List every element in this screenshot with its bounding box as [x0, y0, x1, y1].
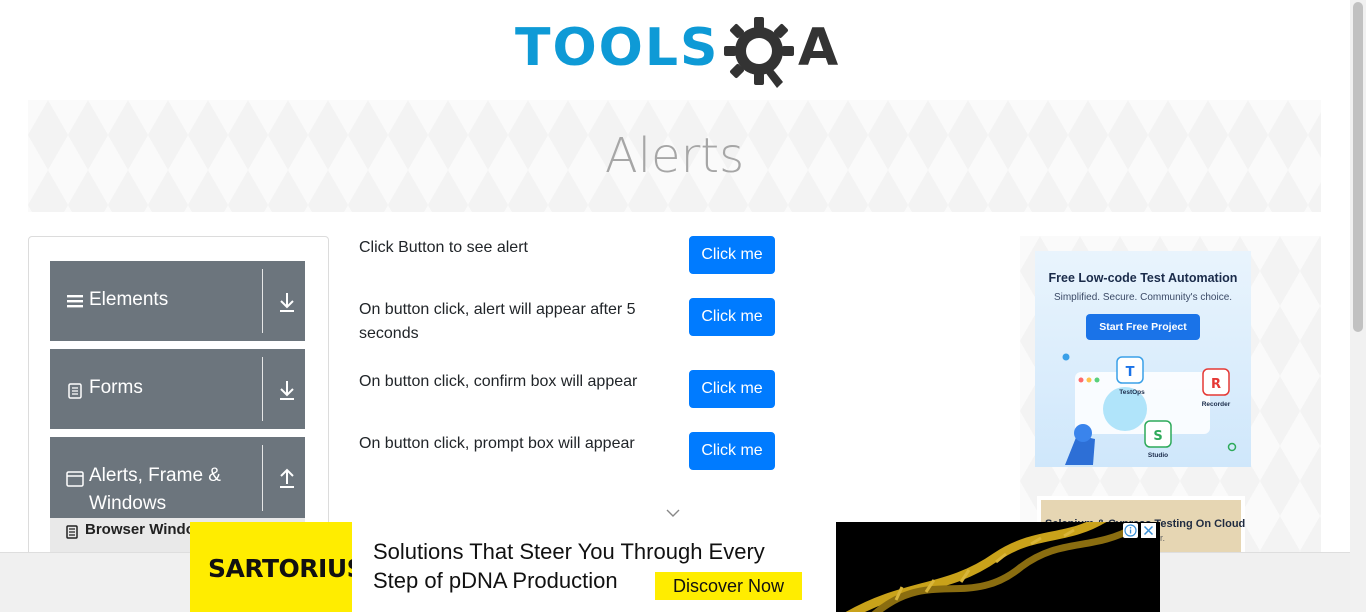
- ad-card-katalon[interactable]: Free Low-code Test Automation Simplified…: [1035, 251, 1251, 467]
- logo-text: TOOLS: [515, 18, 720, 78]
- logo-suffix: A: [798, 18, 839, 78]
- page-title: Alerts: [604, 128, 745, 184]
- ad-subtitle: Simplified. Secure. Community's choice.: [1053, 292, 1233, 303]
- alert-description: On button click, prompt box will appear: [359, 435, 635, 452]
- ad-label-testops: TestOps: [1119, 389, 1145, 396]
- sidebar-group-label: Forms: [89, 377, 143, 398]
- upload-arrow-icon[interactable]: [278, 467, 296, 489]
- alert-button[interactable]: Click me: [689, 236, 775, 274]
- download-arrow-icon[interactable]: [278, 291, 296, 313]
- confirm-button[interactable]: Click me: [689, 370, 775, 408]
- alert-description: On button click, alert will appear after…: [359, 301, 636, 342]
- divider: [262, 269, 263, 333]
- ad-illustration: T TestOps R Recorder S Studio: [1062, 353, 1237, 465]
- ad-close-icon[interactable]: [1141, 523, 1156, 538]
- bottom-advertisement[interactable]: SARTORIUS Solutions That Steer You Throu…: [190, 522, 1160, 612]
- document-icon: [66, 525, 78, 539]
- sidebar-group-alerts-frame-windows[interactable]: Alerts, Frame & Windows: [50, 437, 305, 519]
- window-icon: [66, 471, 84, 487]
- sidebar: Elements Forms Alerts, Frame & Windows B…: [28, 236, 329, 566]
- alert-description: On button click, confirm box will appear: [359, 373, 638, 390]
- gear-magnifier-icon: [724, 17, 794, 88]
- ad-copy-panel: Solutions That Steer You Through Every S…: [352, 522, 836, 612]
- sidebar-group-elements[interactable]: Elements: [50, 261, 305, 341]
- hamburger-icon: [67, 295, 83, 308]
- ad-dna-image: [836, 522, 1160, 612]
- sidebar-group-label: Alerts, Frame & Windows: [89, 465, 221, 514]
- ad-label-recorder: Recorder: [1202, 401, 1231, 408]
- divider: [262, 357, 263, 421]
- prompt-button[interactable]: Click me: [689, 432, 775, 470]
- chevron-down-icon: [666, 509, 680, 517]
- side-advertisement: Free Low-code Test Automation Simplified…: [1020, 236, 1321, 566]
- svg-text:T: T: [1126, 365, 1135, 380]
- timer-alert-button[interactable]: Click me: [689, 298, 775, 336]
- svg-text:R: R: [1211, 377, 1221, 392]
- alert-description: Click Button to see alert: [359, 239, 528, 256]
- sidebar-group-forms[interactable]: Forms: [50, 349, 305, 429]
- divider: [262, 445, 263, 511]
- page-scrollbar[interactable]: [1350, 0, 1366, 612]
- dna-helix-image: [845, 522, 1138, 612]
- page-banner: Alerts: [28, 100, 1321, 212]
- discover-now-button[interactable]: Discover Now: [655, 572, 802, 600]
- ad-info-icon[interactable]: [1123, 523, 1138, 538]
- document-icon: [68, 383, 82, 399]
- ad-title: Free Low-code Test Automation: [1048, 271, 1238, 285]
- svg-text:S: S: [1153, 429, 1162, 444]
- scrollbar-thumb[interactable]: [1353, 2, 1363, 332]
- ad-start-button[interactable]: Start Free Project: [1086, 314, 1200, 340]
- download-arrow-icon[interactable]: [278, 379, 296, 401]
- toolsqa-logo[interactable]: TOOLS A: [515, 16, 839, 90]
- sidebar-group-label: Elements: [89, 289, 169, 310]
- ad-brand-logo: SARTORIUS: [208, 554, 365, 583]
- page: TOOLS A Alerts Elements Forms Alerts, Fr…: [0, 0, 1366, 612]
- ad-brand-panel: SARTORIUS: [190, 522, 365, 612]
- ad-label-studio: Studio: [1148, 452, 1168, 459]
